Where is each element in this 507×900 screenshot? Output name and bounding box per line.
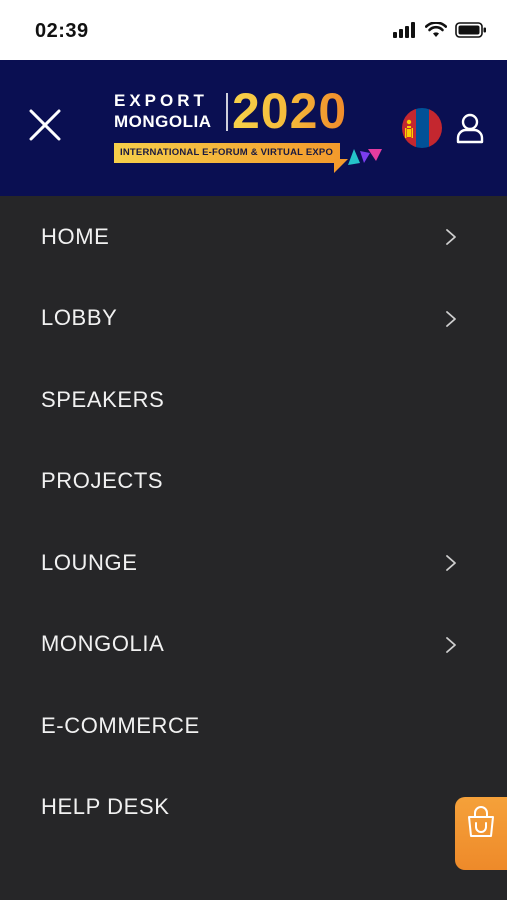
menu-item-label: HOME: [41, 223, 110, 249]
signal-icon: [393, 22, 415, 38]
battery-icon: [455, 22, 486, 38]
menu-item-label: HELP DESK: [41, 794, 170, 820]
menu-item-label: LOUNGE: [41, 549, 138, 575]
menu-item-projects[interactable]: PROJECTS: [0, 441, 507, 523]
logo-triangles-icon: [348, 149, 382, 165]
logo-banner: INTERNATIONAL E-FORUM & VIRTUAL EXPO: [114, 143, 340, 163]
shopping-bag-icon: [468, 806, 494, 837]
menu-item-e-commerce[interactable]: E-COMMERCE: [0, 685, 507, 767]
status-time: 02:39: [35, 20, 89, 42]
menu-item-lounge[interactable]: LOUNGE: [0, 522, 507, 604]
shop-floating-button[interactable]: [455, 797, 507, 870]
menu-item-label: SPEAKERS: [41, 386, 165, 412]
main-menu: HOME LOBBY SPEAKERS PROJECTS LOUNGE MONG…: [0, 196, 507, 848]
menu-item-label: MONGOLIA: [41, 631, 165, 657]
menu-item-label: PROJECTS: [41, 468, 164, 494]
export-mongolia-logo[interactable]: EXPORT MONGOLIA 2020 INTERNATIONAL E-FOR…: [114, 83, 389, 177]
menu-item-mongolia[interactable]: MONGOLIA: [0, 604, 507, 686]
user-profile-button[interactable]: [455, 112, 485, 144]
menu-item-label: LOBBY: [41, 305, 118, 331]
chevron-right-icon: [446, 555, 456, 571]
status-bar: 02:39: [0, 0, 507, 60]
chevron-right-icon: [446, 229, 456, 245]
close-button[interactable]: [26, 106, 64, 144]
menu-item-home[interactable]: HOME: [0, 196, 507, 278]
language-flag-button[interactable]: [402, 108, 442, 148]
chevron-right-icon: [446, 636, 456, 653]
status-icons: [393, 22, 487, 38]
chevron-right-icon: [446, 310, 456, 327]
logo-line1: EXPORT: [114, 91, 208, 110]
menu-item-label: E-COMMERCE: [41, 712, 200, 738]
logo-divider: [226, 93, 228, 131]
app-header: EXPORT MONGOLIA 2020 INTERNATIONAL E-FOR…: [0, 60, 507, 196]
menu-item-help-desk[interactable]: HELP DESK: [0, 767, 507, 849]
logo-line2: MONGOLIA: [114, 112, 212, 131]
mongolia-flag-icon: [402, 108, 442, 148]
user-icon: [456, 113, 484, 144]
logo-year: 2020: [232, 83, 348, 139]
close-icon: [29, 109, 61, 141]
menu-item-speakers[interactable]: SPEAKERS: [0, 359, 507, 441]
menu-item-lobby[interactable]: LOBBY: [0, 278, 507, 360]
wifi-icon: [425, 22, 447, 37]
